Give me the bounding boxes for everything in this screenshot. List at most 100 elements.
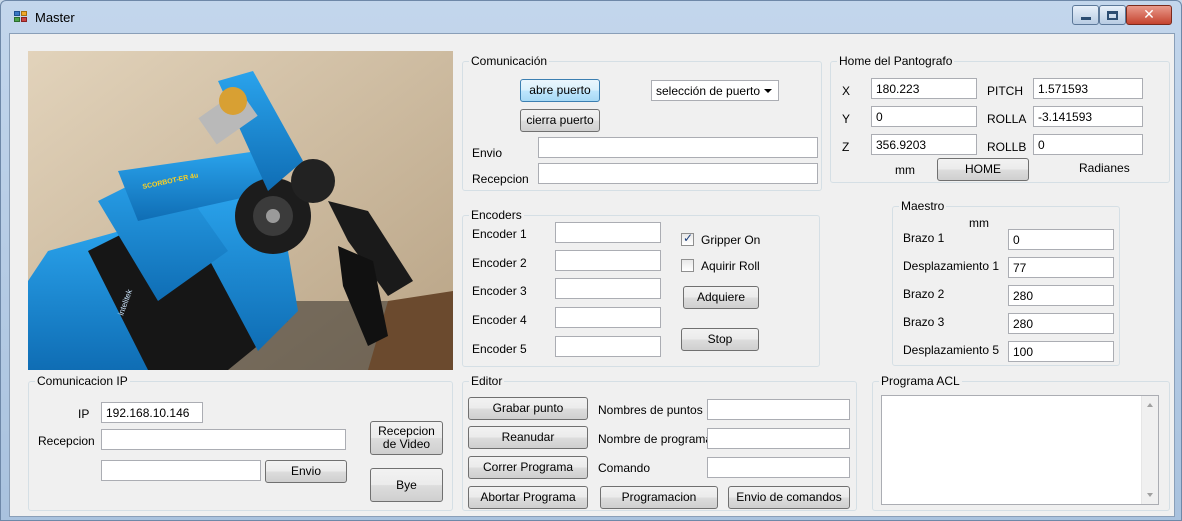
desplazamiento-5-input[interactable] (1008, 341, 1114, 362)
encoders-title: Encoders (469, 208, 524, 222)
editor-title: Editor (469, 374, 505, 388)
brazo-2-label: Brazo 2 (903, 287, 945, 301)
brazo-1-label: Brazo 1 (903, 231, 945, 245)
title-bar[interactable]: Master ✕ (1, 1, 1181, 33)
home-group: Home del Pantografo X Y Z PITCH ROLLA RO… (830, 54, 1170, 183)
maximize-icon (1107, 10, 1118, 20)
home-button[interactable]: HOME (937, 158, 1029, 181)
gripper-checkbox[interactable] (681, 231, 694, 246)
correr-programa-button[interactable]: Correr Programa (468, 456, 588, 479)
aquirir-roll-label: Aquirir Roll (701, 259, 760, 273)
desplazamiento-1-input[interactable] (1008, 257, 1114, 278)
port-select-value: selección de puerto (656, 83, 761, 98)
window-title: Master (35, 10, 75, 25)
programacion-button[interactable]: Programacion (600, 486, 718, 509)
encoder-1-label: Encoder 1 (472, 227, 527, 241)
encoder-5-label: Encoder 5 (472, 342, 527, 356)
programa-acl-title: Programa ACL (879, 374, 962, 388)
encoder-4-input[interactable] (555, 307, 661, 328)
comunicacion-ip-title: Comunicacion IP (35, 374, 130, 388)
grabar-punto-button[interactable]: Grabar punto (468, 397, 588, 420)
maestro-title: Maestro (899, 199, 947, 213)
recepcion-video-line2: de Video (382, 437, 431, 451)
chevron-down-icon (764, 89, 772, 93)
app-icon (14, 11, 28, 23)
comunicacion-ip-group: Comunicacion IP IP Recepcion Envio Recep… (28, 374, 453, 511)
rollb-input[interactable] (1033, 134, 1143, 155)
maestro-group: Maestro mm Brazo 1 Desplazamiento 1 Braz… (892, 199, 1120, 366)
x-input[interactable] (871, 78, 977, 99)
scroll-up-icon[interactable] (1147, 403, 1153, 407)
client-area: SCORBOT-ER 4u intelitek Comunicación abr… (9, 33, 1175, 517)
close-button[interactable]: ✕ (1126, 5, 1172, 25)
encoder-5-input[interactable] (555, 336, 661, 357)
envio-label: Envio (472, 146, 503, 160)
programa-acl-scrollbar[interactable] (1141, 396, 1158, 504)
recepcion-video-button[interactable]: Recepcion de Video (370, 421, 443, 455)
rolla-input[interactable] (1033, 106, 1143, 127)
programa-acl-group: Programa ACL (872, 374, 1170, 511)
port-select[interactable]: selección de puerto (651, 80, 779, 101)
pitch-input[interactable] (1033, 78, 1143, 99)
programa-acl-textarea[interactable] (881, 395, 1159, 505)
stop-button[interactable]: Stop (681, 328, 759, 351)
brazo-3-label: Brazo 3 (903, 315, 945, 329)
minimize-icon (1080, 16, 1091, 20)
bye-button[interactable]: Bye (370, 468, 443, 502)
y-label: Y (842, 112, 851, 126)
home-title: Home del Pantografo (837, 54, 955, 68)
desplazamiento-1-label: Desplazamiento 1 (903, 259, 1000, 273)
adquiere-button[interactable]: Adquiere (683, 286, 759, 309)
desplazamiento-5-label: Desplazamiento 5 (903, 343, 1000, 357)
z-input[interactable] (871, 134, 977, 155)
encoders-group: Encoders Encoder 1 Encoder 2 Encoder 3 E… (462, 208, 820, 367)
reanudar-button[interactable]: Reanudar (468, 426, 588, 449)
nombre-programa-label: Nombre de programa (598, 432, 713, 446)
robot-image: SCORBOT-ER 4u intelitek (28, 51, 453, 370)
envio-input[interactable] (538, 137, 818, 158)
ip-input[interactable] (101, 402, 203, 423)
ip-envio-input[interactable] (101, 460, 261, 481)
gripper-label: Gripper On (701, 233, 761, 247)
comando-input[interactable] (707, 457, 850, 478)
comunicacion-title: Comunicación (469, 54, 550, 68)
ip-recepcion-input[interactable] (101, 429, 346, 450)
encoder-3-label: Encoder 3 (472, 284, 527, 298)
ip-envio-button[interactable]: Envio (265, 460, 347, 483)
scroll-down-icon[interactable] (1147, 493, 1153, 497)
close-icon: ✕ (1143, 7, 1155, 23)
encoder-1-input[interactable] (555, 222, 661, 243)
comando-label: Comando (598, 461, 651, 475)
encoder-2-label: Encoder 2 (472, 256, 527, 270)
brazo-1-input[interactable] (1008, 229, 1114, 250)
recepcion-video-line1: Recepcion (378, 424, 435, 438)
pitch-label: PITCH (987, 84, 1023, 98)
brazo-2-input[interactable] (1008, 285, 1114, 306)
recepcion-input[interactable] (538, 163, 818, 184)
x-label: X (842, 84, 851, 98)
nombre-programa-input[interactable] (707, 428, 850, 449)
z-label: Z (842, 140, 850, 154)
abortar-programa-button[interactable]: Abortar Programa (468, 486, 588, 509)
mm-label: mm (895, 163, 915, 177)
minimize-button[interactable] (1072, 5, 1099, 25)
editor-group: Editor Grabar punto Reanudar Correr Prog… (462, 374, 857, 511)
y-input[interactable] (871, 106, 977, 127)
ip-recepcion-label: Recepcion (38, 434, 95, 448)
envio-comandos-button[interactable]: Envio de comandos (728, 486, 850, 509)
maestro-mm-label: mm (969, 216, 989, 230)
encoder-2-input[interactable] (555, 250, 661, 271)
nombres-puntos-input[interactable] (707, 399, 850, 420)
maximize-button[interactable] (1099, 5, 1126, 25)
cierra-puerto-button[interactable]: cierra puerto (520, 109, 600, 132)
recepcion-label: Recepcion (472, 172, 529, 186)
app-window: Master ✕ SCORBOT-ER 4u intelitek Comunic… (0, 0, 1182, 521)
ip-label: IP (78, 407, 90, 421)
abre-puerto-button[interactable]: abre puerto (520, 79, 600, 102)
robot-photo: SCORBOT-ER 4u intelitek (28, 51, 453, 370)
aquirir-roll-checkbox[interactable] (681, 259, 694, 272)
encoder-3-input[interactable] (555, 278, 661, 299)
comunicacion-group: Comunicación abre puerto selección de pu… (462, 54, 822, 191)
brazo-3-input[interactable] (1008, 313, 1114, 334)
nombres-puntos-label: Nombres de puntos (598, 403, 703, 417)
